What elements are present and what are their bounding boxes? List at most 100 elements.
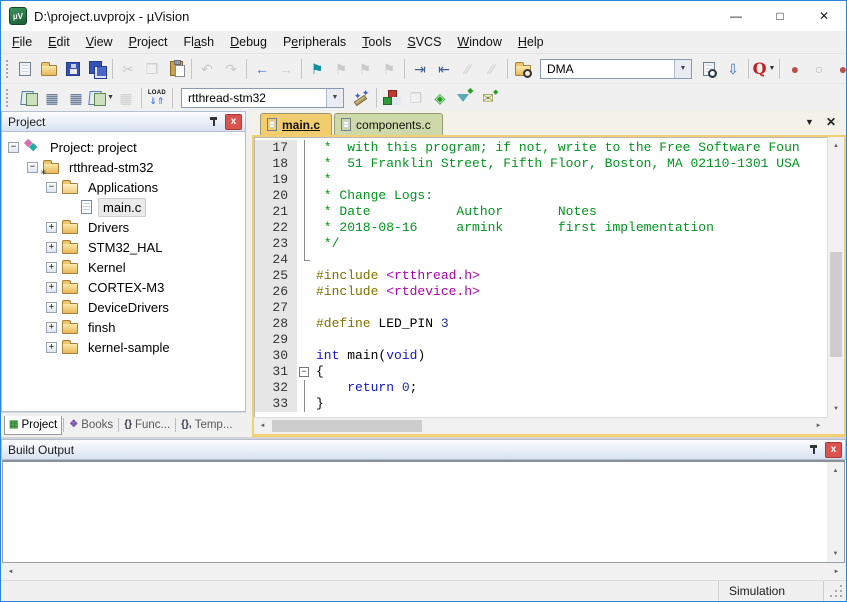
tree-item-rtthread-stm32[interactable]: −rtthread-stm32 bbox=[2, 157, 245, 177]
pack-installer-button[interactable] bbox=[476, 86, 500, 110]
new-file-button[interactable] bbox=[13, 57, 37, 81]
tree-item-kernel[interactable]: +Kernel bbox=[2, 257, 245, 277]
menu-help[interactable]: Help bbox=[510, 33, 552, 51]
scroll-right-icon[interactable]: ► bbox=[810, 418, 827, 435]
translate-button[interactable] bbox=[16, 86, 40, 110]
fold-collapse-icon[interactable]: − bbox=[299, 367, 309, 377]
indent-left-button[interactable]: ⇤ bbox=[432, 57, 456, 81]
build-output-horizontal-scrollbar[interactable]: ◄ ► bbox=[1, 563, 846, 580]
tree-expander[interactable]: + bbox=[46, 342, 57, 353]
insert-breakpoint-button[interactable]: ● bbox=[783, 57, 807, 81]
chevron-down-icon[interactable]: ▼ bbox=[107, 94, 114, 101]
chevron-down-icon[interactable]: ▼ bbox=[674, 60, 691, 78]
menu-edit[interactable]: Edit bbox=[40, 33, 78, 51]
indent-right-button[interactable]: ⇥ bbox=[408, 57, 432, 81]
scroll-down-icon[interactable]: ▼ bbox=[827, 545, 844, 562]
build-output-content[interactable] bbox=[3, 462, 827, 562]
pin-icon[interactable] bbox=[206, 114, 222, 130]
toolbar-grip[interactable] bbox=[6, 89, 11, 107]
target-select-combo[interactable]: rtthread-stm32▼ bbox=[181, 88, 344, 108]
tree-item-drivers[interactable]: +Drivers bbox=[2, 217, 245, 237]
tree-item-stm32-hal[interactable]: +STM32_HAL bbox=[2, 237, 245, 257]
scroll-left-icon[interactable]: ◄ bbox=[254, 418, 271, 435]
editor-tab-main-c[interactable]: main.c bbox=[260, 113, 332, 135]
close-button[interactable]: ✕ bbox=[802, 1, 846, 31]
tree-item-project-project[interactable]: −Project: project bbox=[2, 137, 245, 157]
tree-expander[interactable]: + bbox=[46, 322, 57, 333]
navigate-back-button[interactable]: ← bbox=[250, 57, 274, 81]
horizontal-scroll-thumb[interactable] bbox=[272, 420, 422, 432]
manage-rte-button[interactable] bbox=[380, 86, 404, 110]
editor-tab-components-c[interactable]: components.c bbox=[334, 113, 443, 135]
tree-expander[interactable]: − bbox=[27, 162, 38, 173]
menu-view[interactable]: View bbox=[78, 33, 121, 51]
menu-svcs[interactable]: SVCS bbox=[399, 33, 449, 51]
editor-vertical-scrollbar[interactable]: ▲ ▼ bbox=[827, 137, 844, 417]
tree-item-main-c[interactable]: main.c bbox=[2, 197, 245, 217]
scroll-left-icon[interactable]: ◄ bbox=[2, 563, 19, 580]
batch-build-button[interactable]: ▼ bbox=[88, 86, 114, 110]
download-button[interactable]: LOAD bbox=[145, 86, 169, 110]
save-all-button[interactable] bbox=[85, 57, 109, 81]
menu-tools[interactable]: Tools bbox=[354, 33, 399, 51]
vertical-scroll-thumb[interactable] bbox=[830, 252, 842, 357]
project-panel-close-button[interactable]: x bbox=[225, 114, 242, 130]
scroll-right-icon[interactable]: ► bbox=[828, 563, 845, 580]
find-next-button[interactable] bbox=[697, 57, 721, 81]
editor-horizontal-scrollbar[interactable]: ◄ ► bbox=[254, 417, 827, 434]
paste-button[interactable] bbox=[164, 57, 188, 81]
open-file-button[interactable] bbox=[37, 57, 61, 81]
filter-components-button[interactable] bbox=[452, 86, 476, 110]
pin-icon[interactable] bbox=[806, 442, 822, 458]
tree-expander[interactable]: + bbox=[46, 242, 57, 253]
tree-item-finsh[interactable]: +finsh bbox=[2, 317, 245, 337]
resize-grip[interactable] bbox=[824, 581, 846, 601]
panel-tab-books[interactable]: ❖Books bbox=[65, 416, 117, 434]
tree-expander[interactable]: − bbox=[46, 182, 57, 193]
find-text-combo[interactable]: DMA▼ bbox=[540, 59, 692, 79]
menu-project[interactable]: Project bbox=[121, 33, 176, 51]
options-for-target-button[interactable] bbox=[349, 86, 373, 110]
find-in-files-q-button[interactable]: Q▼ bbox=[752, 57, 776, 81]
project-tree[interactable]: −Project: project−rtthread-stm32−Applica… bbox=[1, 132, 246, 412]
enable-breakpoint-button[interactable]: ○ bbox=[807, 57, 831, 81]
tree-expander[interactable]: + bbox=[46, 282, 57, 293]
toolbar-grip[interactable] bbox=[6, 60, 8, 78]
tree-expander[interactable]: + bbox=[46, 222, 57, 233]
find-in-files-button[interactable] bbox=[511, 57, 535, 81]
close-document-icon[interactable]: ✕ bbox=[826, 115, 836, 129]
tree-item-applications[interactable]: −Applications bbox=[2, 177, 245, 197]
build-output-vertical-scrollbar[interactable]: ▲ ▼ bbox=[827, 462, 844, 562]
chevron-down-icon[interactable]: ▼ bbox=[769, 65, 776, 72]
tree-item-devicedrivers[interactable]: +DeviceDrivers bbox=[2, 297, 245, 317]
menu-window[interactable]: Window bbox=[449, 33, 509, 51]
toggle-bookmark-button[interactable]: ⚑ bbox=[305, 57, 329, 81]
save-button[interactable] bbox=[61, 57, 85, 81]
build-button[interactable]: ▦ bbox=[40, 86, 64, 110]
tree-expander[interactable]: − bbox=[8, 142, 19, 153]
minimize-button[interactable]: — bbox=[714, 1, 758, 31]
scroll-up-icon[interactable]: ▲ bbox=[828, 137, 844, 154]
chevron-down-icon[interactable]: ▼ bbox=[326, 89, 343, 107]
panel-tab-project[interactable]: ▦Project bbox=[4, 416, 62, 435]
menu-file[interactable]: File bbox=[4, 33, 40, 51]
tab-list-dropdown-icon[interactable]: ▼ bbox=[805, 117, 814, 127]
scroll-down-icon[interactable]: ▼ bbox=[828, 400, 844, 417]
incremental-find-button[interactable]: ⇩ bbox=[721, 57, 745, 81]
panel-tab-temp[interactable]: {},Temp... bbox=[177, 416, 236, 434]
panel-tab-func[interactable]: {}Func... bbox=[120, 416, 174, 434]
menu-peripherals[interactable]: Peripherals bbox=[275, 33, 354, 51]
build-output-close-button[interactable]: x bbox=[825, 442, 842, 458]
select-software-packs-button[interactable]: ◈ bbox=[428, 86, 452, 110]
rebuild-button[interactable]: ▦ bbox=[64, 86, 88, 110]
maximize-button[interactable]: □ bbox=[758, 1, 802, 31]
fold-margin[interactable]: − bbox=[297, 364, 313, 380]
tree-item-cortex-m3[interactable]: +CORTEX-M3 bbox=[2, 277, 245, 297]
disable-breakpoint-button[interactable]: ● bbox=[831, 57, 846, 81]
tree-item-kernel-sample[interactable]: +kernel-sample bbox=[2, 337, 245, 357]
scroll-up-icon[interactable]: ▲ bbox=[827, 462, 844, 479]
tree-expander[interactable]: + bbox=[46, 302, 57, 313]
tree-expander[interactable]: + bbox=[46, 262, 57, 273]
code-editor-surface[interactable]: 17 * with this program; if not, write to… bbox=[254, 137, 827, 417]
menu-debug[interactable]: Debug bbox=[222, 33, 275, 51]
